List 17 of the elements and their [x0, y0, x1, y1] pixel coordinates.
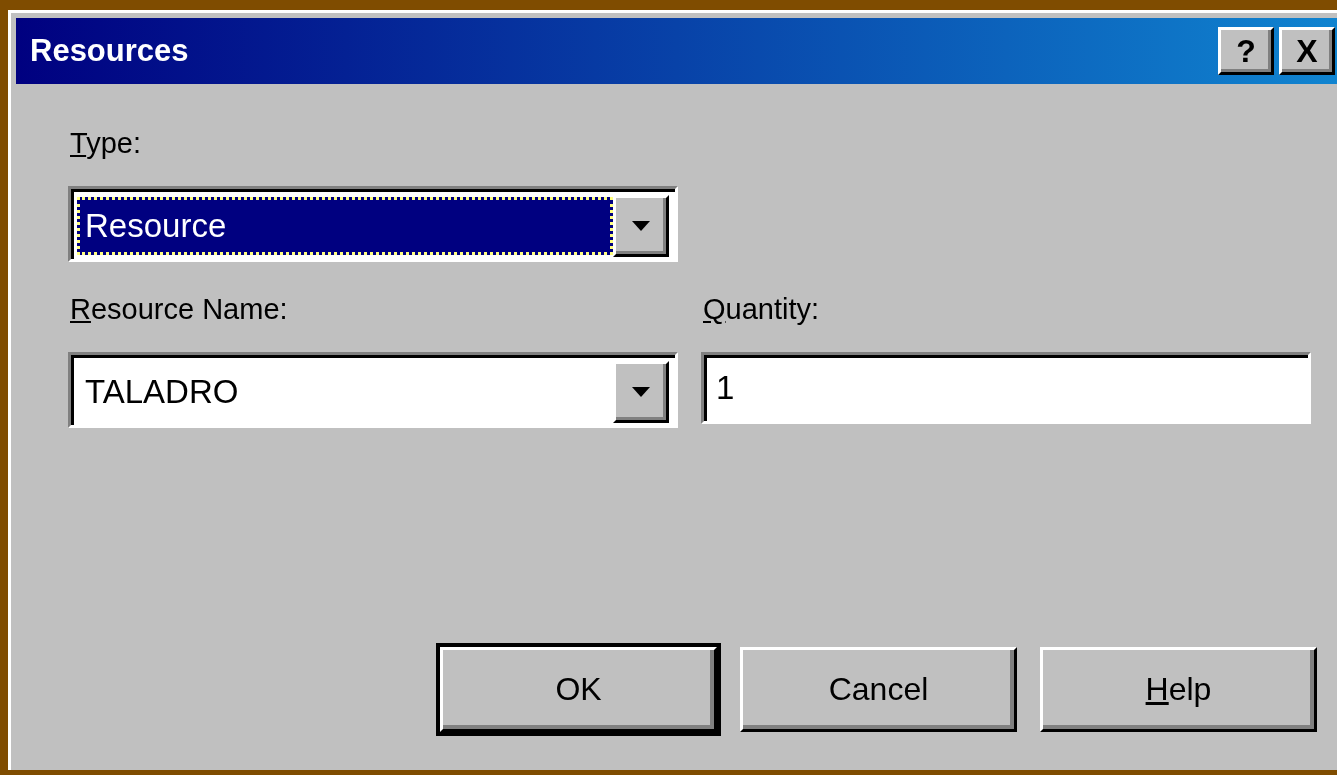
- caret-icon: [632, 220, 650, 231]
- dialog-button[interactable]: Help: [1040, 647, 1317, 732]
- window-title: Resources: [30, 33, 189, 69]
- field-label: Type:: [69, 126, 142, 161]
- dropdown-arrow-button[interactable]: [613, 360, 669, 423]
- input-field[interactable]: 1: [701, 352, 1311, 424]
- dropdown-arrow-button[interactable]: [613, 194, 669, 257]
- dropdown[interactable]: Resource: [68, 186, 678, 262]
- dropdown-value: Resource: [77, 196, 613, 255]
- dropdown[interactable]: TALADRO: [68, 352, 678, 428]
- caret-icon: [632, 386, 650, 397]
- dropdown-value: TALADRO: [84, 371, 240, 412]
- close-button[interactable]: X: [1279, 27, 1335, 75]
- dialog-button[interactable]: Cancel: [740, 647, 1017, 732]
- field-label: Resource Name:: [69, 292, 289, 327]
- field-label: Quantity:: [702, 292, 821, 327]
- title-bar-button[interactable]: ?: [1218, 27, 1274, 75]
